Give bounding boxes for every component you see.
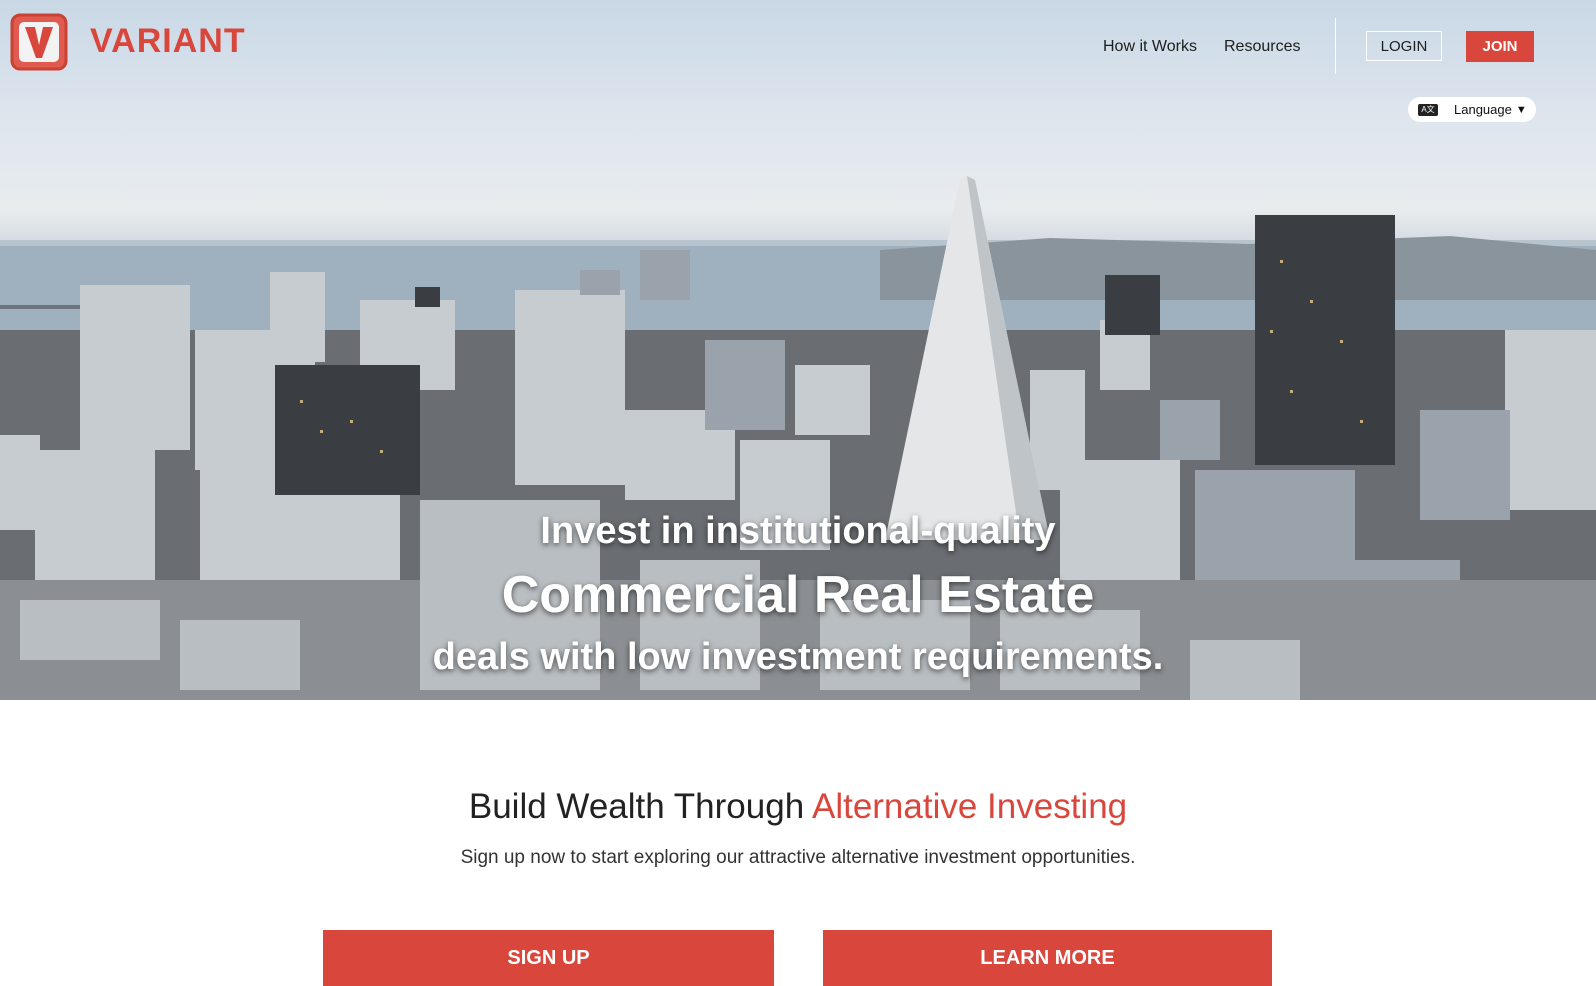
section-title-prefix: Build Wealth Through	[468, 787, 812, 826]
hero-headline: Commercial Real Estate	[501, 566, 1095, 624]
section-subtitle: Sign up now to start exploring our attra…	[460, 847, 1136, 868]
language-label: Language	[1454, 102, 1512, 117]
login-button[interactable]: LOGIN	[1366, 31, 1442, 61]
nav-divider	[1335, 18, 1336, 74]
brand-name[interactable]: VARIANT	[90, 22, 246, 61]
hero-line-1: Invest in institutional-quality	[540, 510, 1056, 552]
chevron-down-icon: ▼	[1515, 103, 1527, 116]
join-button[interactable]: JOIN	[1466, 31, 1534, 62]
language-selector[interactable]: A文 Language ▼	[1408, 97, 1536, 122]
learn-more-button[interactable]: LEARN MORE	[823, 930, 1272, 986]
section-title-accent: Alternative Investing	[811, 787, 1128, 826]
translate-icon: A文	[1418, 103, 1438, 116]
nav-how-it-works[interactable]: How it Works	[1103, 38, 1197, 56]
section-title: Build Wealth Through Alternative Investi…	[0, 787, 1596, 827]
hero-banner: Invest in institutional-quality Commerci…	[0, 0, 1596, 700]
sign-up-button[interactable]: SIGN UP	[323, 930, 774, 986]
hero-line-3: deals with low investment requirements.	[432, 636, 1164, 678]
variant-logo-icon[interactable]	[10, 13, 68, 71]
nav-resources[interactable]: Resources	[1224, 38, 1300, 56]
